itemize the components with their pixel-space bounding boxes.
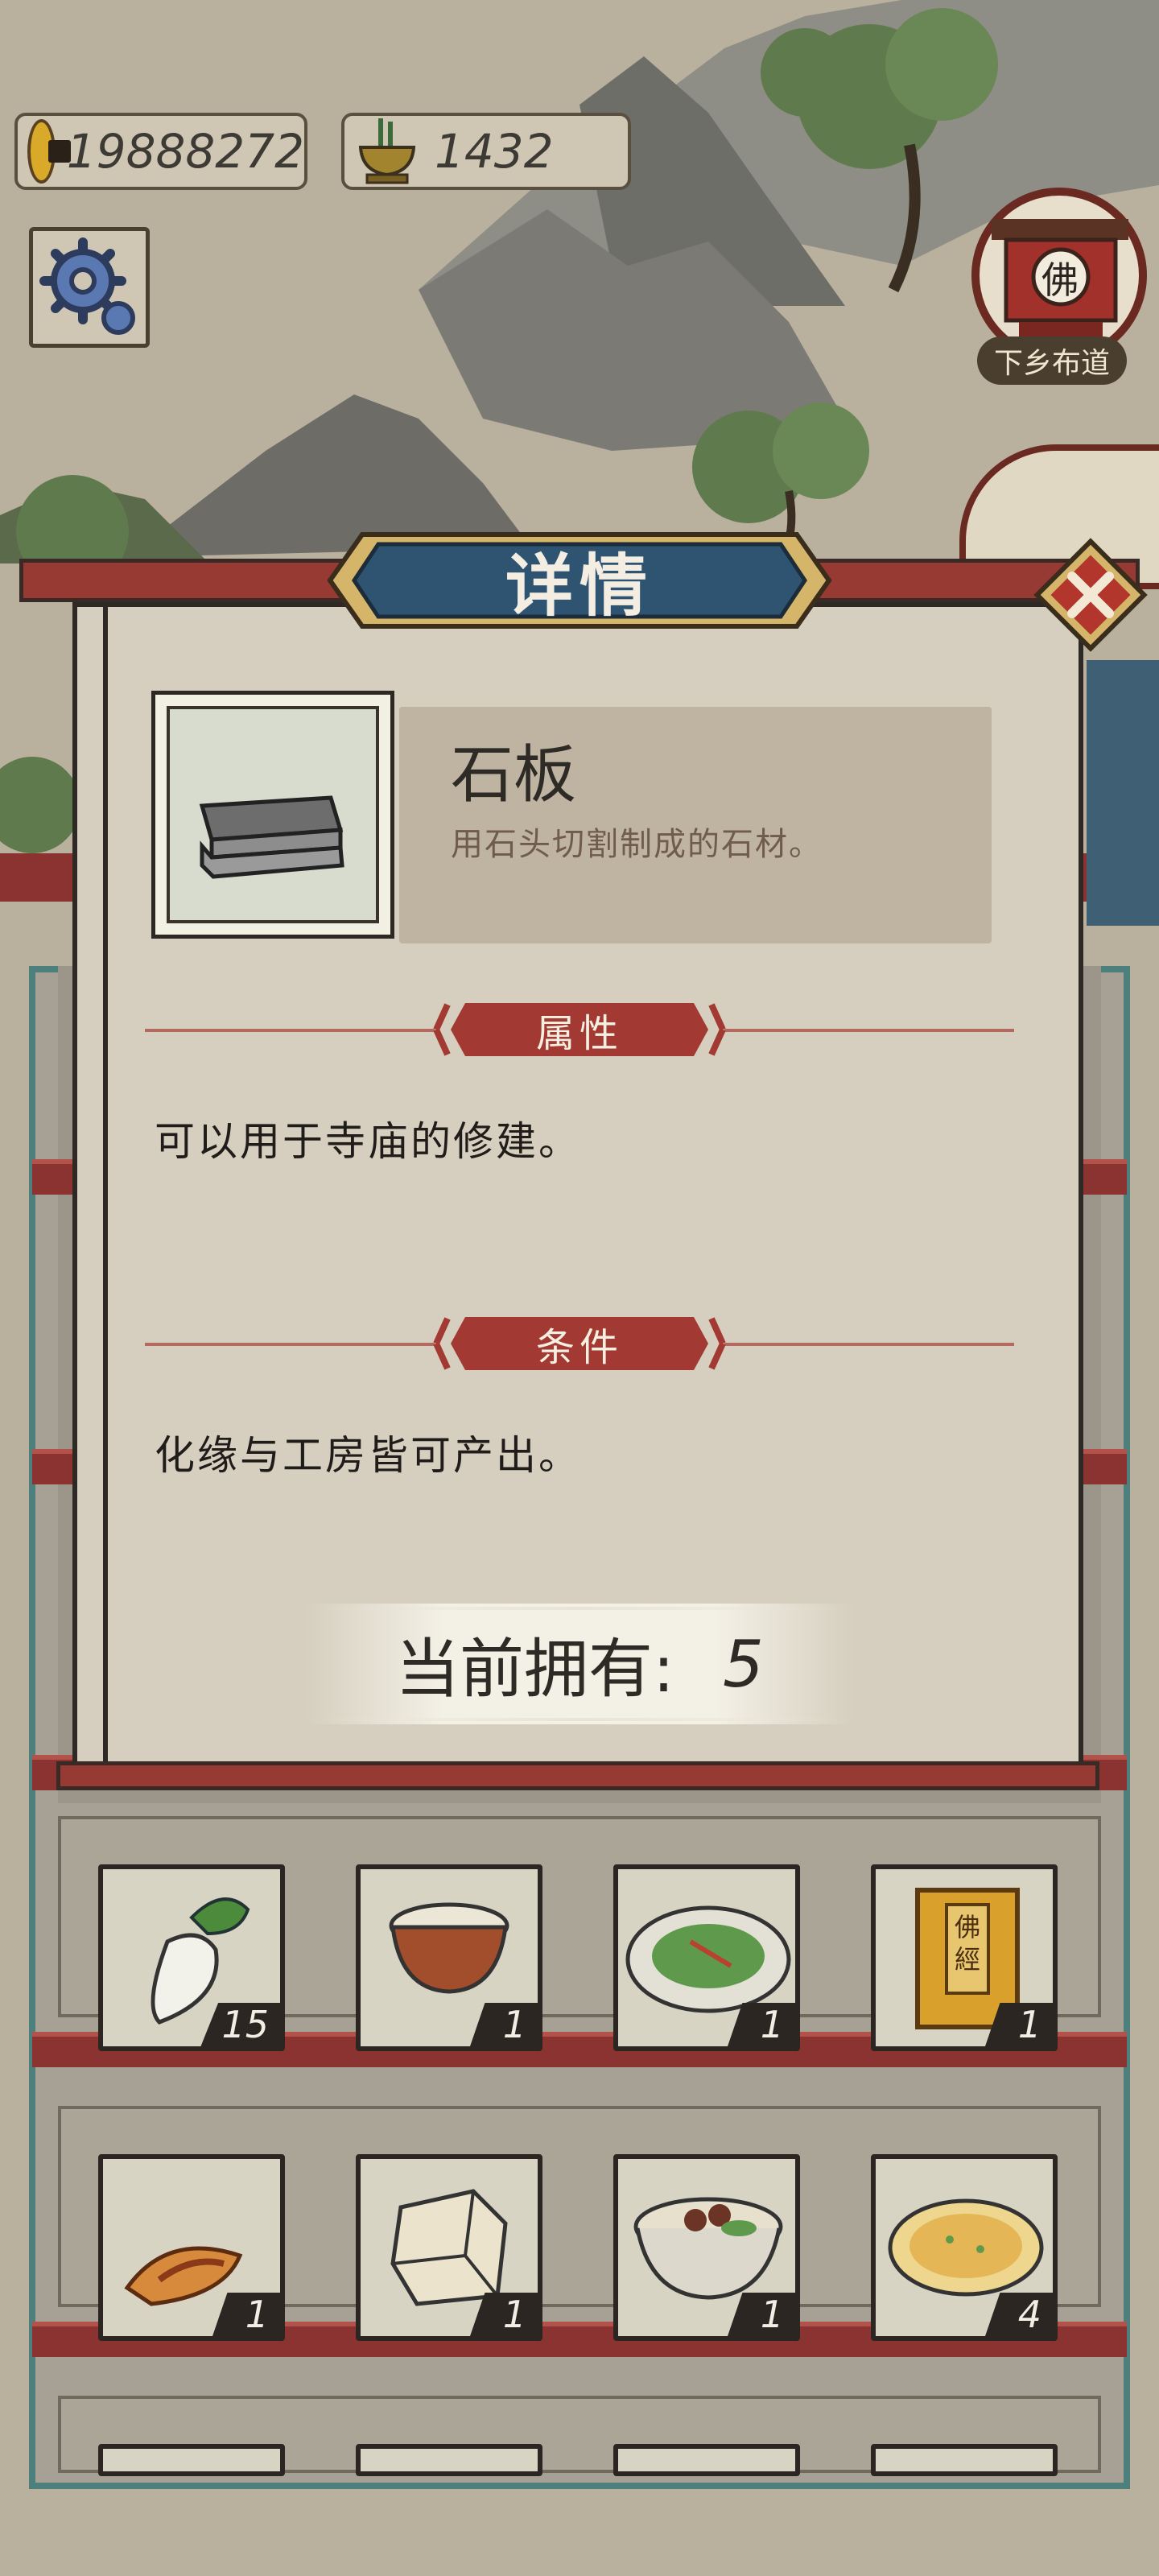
inventory-slot[interactable]: 1 — [356, 1864, 542, 2051]
close-button[interactable] — [1022, 526, 1159, 663]
section-divider — [145, 1029, 435, 1032]
conditions-heading: 条件 — [427, 1314, 732, 1373]
temple-sign-text: 佛 — [1041, 258, 1079, 302]
inventory-slot[interactable] — [613, 2444, 800, 2476]
inventory-slot[interactable]: 1 — [613, 2154, 800, 2341]
inventory-slot[interactable]: 4 — [871, 2154, 1058, 2341]
item-icon-frame — [151, 691, 394, 939]
sutra-book-label: 佛經 — [954, 1912, 980, 1975]
owned-label: 当前拥有: — [395, 1632, 675, 1707]
modal-footer-bar — [56, 1761, 1099, 1790]
close-icon — [1033, 538, 1148, 652]
section-divider — [145, 1343, 435, 1346]
attributes-heading: 属性 — [427, 1000, 732, 1059]
inventory-slot[interactable] — [98, 2444, 285, 2476]
coin-icon — [27, 119, 56, 184]
coins-value: 19888272 — [66, 124, 304, 179]
inventory-slot[interactable] — [871, 2444, 1058, 2476]
inventory-slot[interactable]: 1 — [356, 2154, 542, 2341]
modal-border-line — [103, 602, 108, 1768]
gear-icon — [39, 237, 135, 335]
inventory-slot[interactable]: 1 — [613, 1864, 800, 2051]
item-name: 石板 — [451, 739, 577, 811]
inventory-slot[interactable] — [356, 2444, 542, 2476]
conditions-text: 化缘与工房皆可产出。 — [155, 1432, 581, 1479]
incense-burner-icon — [358, 118, 416, 184]
settings-button[interactable] — [29, 227, 150, 348]
inventory-slot[interactable]: 15 — [98, 1864, 285, 2051]
incense-counter[interactable]: 1432 — [341, 113, 631, 190]
item-description: 用石头切割制成的石材。 — [451, 826, 823, 863]
coins-counter[interactable]: 19888272 — [14, 113, 307, 190]
travel-label: 下乡布道 — [977, 336, 1127, 385]
incense-value: 1432 — [435, 124, 554, 179]
attributes-text: 可以用于寺庙的修建。 — [155, 1118, 581, 1165]
modal-title: 详情 — [505, 546, 654, 625]
section-divider — [724, 1029, 1014, 1032]
stone-slab-icon — [199, 795, 344, 879]
owned-count: 当前拥有: 5 — [306, 1604, 853, 1724]
inventory-slot[interactable]: 佛經 1 — [871, 1864, 1058, 2051]
owned-value: 5 — [723, 1626, 764, 1702]
section-divider — [724, 1343, 1014, 1346]
inventory-slot[interactable]: 1 — [98, 2154, 285, 2341]
